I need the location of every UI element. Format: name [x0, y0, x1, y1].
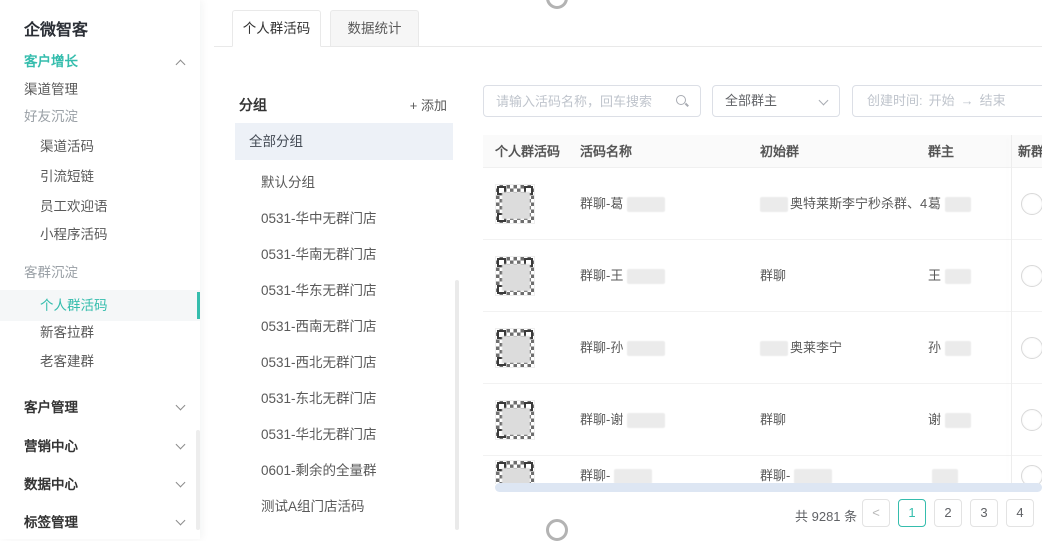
group-item-0531-huazhong[interactable]: 0531-华中无群门店	[235, 201, 453, 237]
group-panel: 分组 + 添加 全部分组 默认分组 0531-华中无群门店 0531-华南无群门…	[235, 85, 461, 539]
app-title: 企微智客	[24, 16, 88, 40]
redacted-text	[945, 413, 971, 428]
redacted-text	[794, 469, 832, 484]
col-qr-name: 活码名称	[580, 135, 632, 168]
new-group-toggle[interactable]	[1021, 265, 1042, 287]
group-panel-header: 分组 + 添加	[239, 95, 453, 117]
col-initial-group: 初始群	[760, 135, 799, 168]
sidebar-item-miniprogram-qr[interactable]: 小程序活码	[0, 221, 200, 249]
sidebar-item-new-customer-group[interactable]: 新客拉群	[0, 319, 200, 347]
qr-code-thumbnail[interactable]	[495, 460, 535, 484]
qr-code-thumbnail[interactable]	[495, 328, 535, 368]
chevron-down-icon	[176, 478, 186, 488]
new-group-toggle[interactable]	[1021, 193, 1042, 215]
sidebar-section-data-center[interactable]: 数据中心	[0, 471, 200, 499]
date-range-arrow-icon: →	[961, 93, 974, 108]
sidebar-item-channel-management[interactable]: 渠道管理	[0, 76, 200, 104]
pagination-prev-button[interactable]: <	[862, 499, 890, 527]
redacted-text	[627, 197, 665, 212]
loading-spinner-top	[546, 0, 568, 9]
tab-personal-group-qr[interactable]: 个人群活码	[232, 10, 321, 47]
table-header: 个人群活码 活码名称 初始群 群主 新群	[483, 135, 1042, 168]
date-range-picker[interactable]: 创建时间: 开始 → 结束	[852, 85, 1042, 117]
date-range-label: 创建时间:	[867, 93, 923, 108]
group-item-0531-huadong[interactable]: 0531-华东无群门店	[235, 273, 453, 309]
redacted-text	[945, 269, 971, 284]
new-group-toggle[interactable]	[1021, 465, 1042, 484]
add-group-button[interactable]: + 添加	[410, 95, 447, 114]
group-item-all[interactable]: 全部分组	[235, 123, 453, 160]
col-new-group: 新群	[1018, 135, 1042, 168]
date-start-placeholder: 开始	[929, 93, 955, 108]
col-owner: 群主	[928, 135, 954, 168]
redacted-text	[945, 197, 971, 212]
redacted-text	[627, 341, 665, 356]
pagination-page-3[interactable]: 3	[970, 499, 998, 527]
fixed-column-divider	[1011, 135, 1012, 484]
chevron-down-icon	[176, 401, 186, 411]
table-row[interactable]: 群聊-王 群聊 王	[483, 240, 1042, 312]
chevron-down-icon	[819, 96, 829, 106]
sidebar-group-friend-retention[interactable]: 好友沉淀	[0, 103, 200, 131]
group-item-0531-dongbei[interactable]: 0531-东北无群门店	[235, 381, 453, 417]
group-item-0531-huabei[interactable]: 0531-华北无群门店	[235, 417, 453, 453]
table-row[interactable]: 群聊-谢 群聊 谢	[483, 384, 1042, 456]
qr-code-thumbnail[interactable]	[495, 184, 535, 224]
group-item-0531-xibei[interactable]: 0531-西北无群门店	[235, 345, 453, 381]
sidebar-item-personal-group-qr[interactable]: 个人群活码	[0, 290, 200, 321]
tab-data-statistics[interactable]: 数据统计	[330, 10, 419, 47]
group-item-test-a[interactable]: 测试A组门店活码	[235, 489, 453, 525]
chevron-down-icon	[176, 516, 186, 526]
sidebar-item-short-link[interactable]: 引流短链	[0, 163, 200, 191]
owner-select[interactable]: 全部群主	[712, 85, 840, 117]
chevron-up-icon	[176, 60, 186, 70]
group-item-0531-huanan[interactable]: 0531-华南无群门店	[235, 237, 453, 273]
sidebar-item-staff-welcome[interactable]: 员工欢迎语	[0, 193, 200, 221]
date-end-placeholder: 结束	[980, 93, 1006, 108]
horizontal-scrollbar[interactable]	[495, 483, 1042, 492]
sidebar-item-old-customer-group[interactable]: 老客建群	[0, 348, 200, 376]
qr-code-thumbnail[interactable]	[495, 256, 535, 296]
redacted-text	[932, 469, 958, 484]
sidebar-item-channel-qr[interactable]: 渠道活码	[0, 133, 200, 161]
sidebar-section-tag-management[interactable]: 标签管理	[0, 509, 200, 537]
pagination-page-2[interactable]: 2	[934, 499, 962, 527]
redacted-text	[760, 197, 788, 212]
pagination-page-1[interactable]: 1	[898, 499, 926, 527]
pagination-page-4[interactable]: 4	[1006, 499, 1034, 527]
sidebar-scrollbar[interactable]	[196, 430, 200, 530]
qr-code-thumbnail[interactable]	[495, 400, 535, 440]
redacted-text	[760, 341, 788, 356]
redacted-text	[627, 413, 665, 428]
table-row[interactable]: 群聊-葛 奥特莱斯李宁秒杀群、4 葛	[483, 168, 1042, 240]
sidebar-group-group-retention[interactable]: 客群沉淀	[0, 259, 200, 287]
sidebar: 企微智客 客户增长 渠道管理 好友沉淀 渠道活码 引流短链 员工欢迎语 小程序活…	[0, 0, 200, 539]
group-panel-scrollbar[interactable]	[455, 280, 459, 530]
redacted-text	[945, 341, 971, 356]
search-input[interactable]	[483, 85, 701, 117]
table-row[interactable]: 群聊- 群聊-	[483, 456, 1042, 484]
table-row[interactable]: 群聊-孙 奥莱李宁 孙	[483, 312, 1042, 384]
new-group-toggle[interactable]	[1021, 409, 1042, 431]
redacted-text	[627, 269, 665, 284]
loading-spinner-bottom	[546, 519, 568, 541]
chevron-down-icon	[176, 440, 186, 450]
redacted-text	[614, 469, 652, 484]
search-icon[interactable]	[675, 94, 689, 108]
pagination-total: 共 9281 条	[795, 506, 857, 525]
sidebar-section-customer-growth[interactable]: 客户增长	[0, 48, 200, 76]
col-personal-group-qr: 个人群活码	[495, 135, 560, 168]
group-item-0601-remaining[interactable]: 0601-剩余的全量群	[235, 453, 453, 489]
sidebar-section-marketing-center[interactable]: 营销中心	[0, 433, 200, 461]
table-body: 群聊-葛 奥特莱斯李宁秒杀群、4 葛 群聊-王 群聊 王 群聊-孙 奥莱李宁 孙…	[483, 168, 1042, 484]
new-group-toggle[interactable]	[1021, 337, 1042, 359]
group-item-default[interactable]: 默认分组	[235, 165, 453, 201]
group-item-0531-xinan[interactable]: 0531-西南无群门店	[235, 309, 453, 345]
group-panel-title: 分组	[239, 95, 267, 115]
sidebar-section-customer-management[interactable]: 客户管理	[0, 394, 200, 422]
